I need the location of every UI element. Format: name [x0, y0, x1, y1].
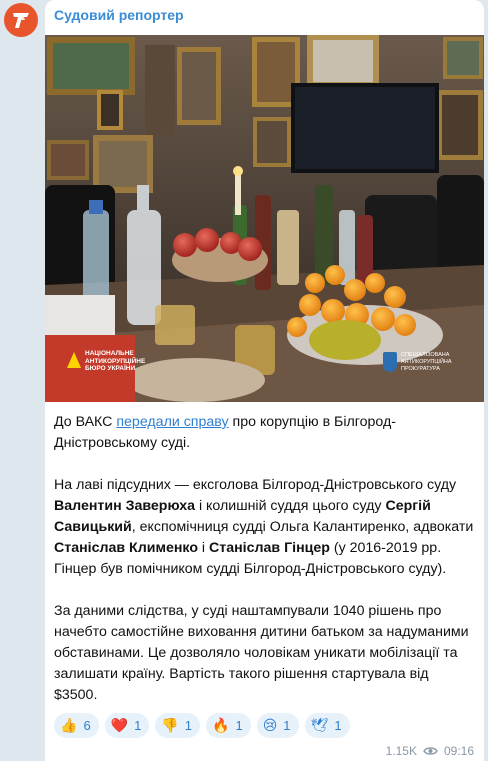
reactions-bar: 👍 6 ❤️ 1 👎 1 🔥 1 😢 1 🕊 1 [54, 713, 350, 738]
post-text: До ВАКС передали справу про корупцію в Б… [54, 412, 474, 727]
reaction-count: 1 [134, 718, 142, 733]
reaction-count: 1 [283, 718, 291, 733]
reaction-thumbs-up[interactable]: 👍 6 [54, 713, 99, 738]
reaction-fire[interactable]: 🔥 1 [206, 713, 251, 738]
post-paragraph-2: На лаві підсудних — ексголова Білгород-Д… [54, 475, 474, 580]
nabu-line-1: НАЦІОНАЛЬНЕ [85, 350, 134, 357]
defendant-name-1: Валентин Заверюха [54, 498, 196, 514]
reaction-count: 1 [184, 718, 193, 733]
sap-watermark: СПЕЦІАЛІЗОВАНА АНТИКОРУПЦІЙНА ПРОКУРАТУР… [383, 352, 452, 373]
message-bubble: Судовий репортер НАЦІОНАЛЬНЕ АНТИКОРУПЦІ… [45, 0, 484, 761]
nabu-line-3: БЮРО УКРАЇНИ [85, 365, 136, 372]
eye-icon [423, 747, 438, 755]
fire-icon: 🔥 [212, 717, 230, 734]
thumbs-up-icon: 👍 [60, 717, 78, 734]
message-meta: 1.15K 09:16 [386, 744, 474, 758]
message-time: 09:16 [443, 744, 474, 758]
sap-line-1: СПЕЦІАЛІЗОВАНА [401, 352, 450, 358]
reaction-count: 1 [235, 718, 243, 733]
defendant-name-4: Станіслав Гінцер [209, 540, 330, 556]
p2-text-g: і [197, 540, 210, 556]
reaction-heart[interactable]: ❤️ 1 [104, 713, 150, 738]
post-paragraph-1: До ВАКС передали справу про корупцію в Б… [54, 412, 474, 454]
nabu-line-2: АНТИКОРУПЦІЙНЕ [85, 357, 146, 365]
post-photo[interactable]: НАЦІОНАЛЬНЕ АНТИКОРУПЦІЙНЕ БЮРО УКРАЇНИ … [45, 35, 484, 402]
sap-emblem-icon [383, 352, 397, 372]
views-count: 1.15K [385, 744, 417, 758]
sap-line-3: ПРОКУРАТУРА [401, 366, 440, 372]
reaction-count: 1 [334, 718, 342, 733]
thumbs-down-icon: 👎 [161, 717, 179, 734]
sap-line-2: АНТИКОРУПЦІЙНА [401, 359, 452, 365]
case-link[interactable]: передали справу [116, 414, 228, 430]
nabu-watermark: НАЦІОНАЛЬНЕ АНТИКОРУПЦІЙНЕ БЮРО УКРАЇНИ [67, 350, 145, 373]
post-paragraph-3: За даними слідства, у суді наштампували … [54, 603, 469, 703]
channel-logo-icon [13, 13, 29, 28]
reaction-crying[interactable]: 😢 1 [256, 713, 299, 738]
nabu-logo-icon [67, 352, 81, 368]
crying-face-icon: 😢 [262, 717, 278, 734]
p2-text-c: і колишній суддя цього суду [195, 498, 386, 514]
reaction-count: 6 [83, 718, 91, 733]
reaction-dove[interactable]: 🕊 1 [304, 713, 350, 738]
photo-image [45, 35, 484, 402]
p2-text-a: На лаві підсудних — ексголова Білгород-Д… [54, 477, 457, 493]
channel-avatar[interactable] [4, 3, 38, 37]
heart-icon: ❤️ [110, 717, 129, 734]
p1-text-start: До ВАКС [54, 414, 117, 430]
defendant-name-3: Станіслав Клименко [54, 540, 198, 556]
dove-icon: 🕊 [310, 717, 329, 734]
reaction-thumbs-down[interactable]: 👎 1 [155, 713, 201, 738]
p2-text-e: , експомічниця судді Ольга Калантиренко,… [131, 519, 474, 535]
channel-name[interactable]: Судовий репортер [54, 7, 184, 23]
